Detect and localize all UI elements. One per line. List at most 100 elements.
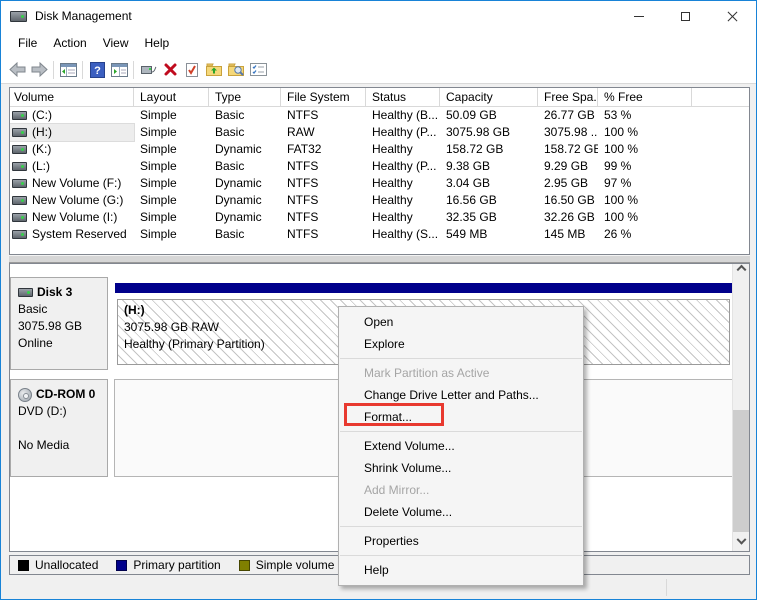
column-header-type[interactable]: Type <box>209 88 281 106</box>
volume-capacity: 9.38 GB <box>446 159 490 173</box>
console-tree-icon[interactable] <box>57 59 79 81</box>
column-header-percent-free[interactable]: % Free <box>598 88 692 106</box>
disk3-label-panel[interactable]: Disk 3 Basic 3075.98 GB Online <box>10 277 108 370</box>
context-menu-separator <box>340 431 582 432</box>
minimize-button[interactable] <box>615 1 662 31</box>
context-menu-item-delete-volume[interactable]: Delete Volume... <box>339 501 583 523</box>
menubar-item-file[interactable]: File <box>10 31 45 56</box>
legend-swatch <box>18 560 29 571</box>
volume-layout: Simple <box>140 227 177 241</box>
volume-filesystem: NTFS <box>287 227 318 241</box>
volume-table-header: VolumeLayoutTypeFile SystemStatusCapacit… <box>10 88 749 107</box>
volume-row[interactable]: System Reserved Simple Basic NTFS Health… <box>10 226 749 243</box>
scrollbar-thumb[interactable] <box>733 410 749 532</box>
partition-color-strip <box>115 283 732 293</box>
volume-row[interactable]: (C:) Simple Basic NTFS Healthy (B... 50.… <box>10 107 749 124</box>
app-disk-icon <box>10 11 27 22</box>
volume-capacity: 158.72 GB <box>446 142 503 156</box>
volume-row[interactable]: New Volume (F:) Simple Dynamic NTFS Heal… <box>10 175 749 192</box>
maximize-button[interactable] <box>662 1 709 31</box>
menubar-item-action[interactable]: Action <box>45 31 94 56</box>
cdrom-media-status: No Media <box>18 437 107 454</box>
volume-type: Basic <box>215 159 244 173</box>
volume-percent-free: 100 % <box>604 125 638 139</box>
statusbar-divider <box>666 579 667 596</box>
volume-layout: Simple <box>140 142 177 156</box>
scroll-up-button[interactable] <box>733 264 749 281</box>
volume-filesystem: NTFS <box>287 108 318 122</box>
column-header-status[interactable]: Status <box>366 88 440 106</box>
toolbar-separator <box>133 61 134 79</box>
context-menu-item-help[interactable]: Help <box>339 559 583 581</box>
volume-filesystem: NTFS <box>287 210 318 224</box>
check-document-icon[interactable] <box>181 59 203 81</box>
cd-icon <box>18 388 32 402</box>
context-menu-item-explore[interactable]: Explore <box>339 333 583 355</box>
vertical-scrollbar[interactable] <box>732 264 749 551</box>
volume-icon <box>12 145 27 154</box>
close-button[interactable] <box>709 1 756 31</box>
legend-item: Primary partition <box>116 558 220 572</box>
volume-free-space: 9.29 GB <box>544 159 588 173</box>
volume-row[interactable]: New Volume (I:) Simple Dynamic NTFS Heal… <box>10 209 749 226</box>
volume-capacity: 16.56 GB <box>446 193 497 207</box>
menubar-item-help[interactable]: Help <box>137 31 178 56</box>
folder-up-icon[interactable] <box>203 59 225 81</box>
column-header-file-system[interactable]: File System <box>281 88 366 106</box>
volume-filesystem: FAT32 <box>287 142 321 156</box>
back-icon[interactable] <box>6 59 28 81</box>
volume-filesystem: NTFS <box>287 176 318 190</box>
volume-capacity: 32.35 GB <box>446 210 497 224</box>
context-menu-item-extend-volume[interactable]: Extend Volume... <box>339 435 583 457</box>
volume-row[interactable]: (K:) Simple Dynamic FAT32 Healthy 158.72… <box>10 141 749 158</box>
column-header-capacity[interactable]: Capacity <box>440 88 538 106</box>
volume-icon <box>12 128 27 137</box>
folder-search-icon[interactable] <box>225 59 247 81</box>
volume-capacity: 549 MB <box>446 227 487 241</box>
volume-status: Healthy (B... <box>372 108 438 122</box>
volume-free-space: 26.77 GB <box>544 108 595 122</box>
window-controls <box>615 1 756 31</box>
column-header-volume[interactable]: Volume <box>10 88 134 106</box>
disk3-kind: Basic <box>18 301 107 318</box>
chevron-up-icon <box>736 265 746 275</box>
volume-name: New Volume (F:) <box>32 175 121 192</box>
volume-free-space: 158.72 GB <box>544 142 598 156</box>
volume-row[interactable]: (H:) Simple Basic RAW Healthy (P... 3075… <box>10 124 749 141</box>
cdrom-label-panel[interactable]: CD-ROM 0 DVD (D:) No Media <box>10 379 108 477</box>
volume-layout: Simple <box>140 210 177 224</box>
delete-icon[interactable] <box>159 59 181 81</box>
action-pane-icon[interactable] <box>108 59 130 81</box>
volume-type: Dynamic <box>215 142 262 156</box>
volume-name: System Reserved <box>32 226 127 243</box>
volume-free-space: 32.26 GB <box>544 210 595 224</box>
volume-status: Healthy <box>372 210 413 224</box>
volume-type: Dynamic <box>215 176 262 190</box>
menubar-item-view[interactable]: View <box>95 31 137 56</box>
volume-icon <box>12 213 27 222</box>
volume-row[interactable]: New Volume (G:) Simple Dynamic NTFS Heal… <box>10 192 749 209</box>
volume-status: Healthy <box>372 142 413 156</box>
column-header-layout[interactable]: Layout <box>134 88 209 106</box>
scroll-down-button[interactable] <box>733 534 749 551</box>
volume-percent-free: 99 % <box>604 159 631 173</box>
legend-label: Primary partition <box>133 558 220 572</box>
properties-icon[interactable] <box>247 59 269 81</box>
computer-icon[interactable] <box>137 59 159 81</box>
volume-row[interactable]: (L:) Simple Basic NTFS Healthy (P... 9.3… <box>10 158 749 175</box>
legend-item: Simple volume <box>239 558 335 572</box>
context-menu-item-shrink-volume[interactable]: Shrink Volume... <box>339 457 583 479</box>
context-menu-item-properties[interactable]: Properties <box>339 530 583 552</box>
volume-type: Basic <box>215 125 244 139</box>
volume-filesystem: RAW <box>287 125 315 139</box>
context-menu-item-open[interactable]: Open <box>339 311 583 333</box>
help-icon[interactable]: ? <box>86 59 108 81</box>
forward-icon[interactable] <box>28 59 50 81</box>
pane-splitter[interactable] <box>9 255 750 263</box>
volume-type: Dynamic <box>215 193 262 207</box>
volume-status: Healthy <box>372 193 413 207</box>
volume-status: Healthy (P... <box>372 125 436 139</box>
volume-percent-free: 100 % <box>604 210 638 224</box>
titlebar: Disk Management <box>1 1 756 31</box>
column-header-free-space[interactable]: Free Spa... <box>538 88 598 106</box>
